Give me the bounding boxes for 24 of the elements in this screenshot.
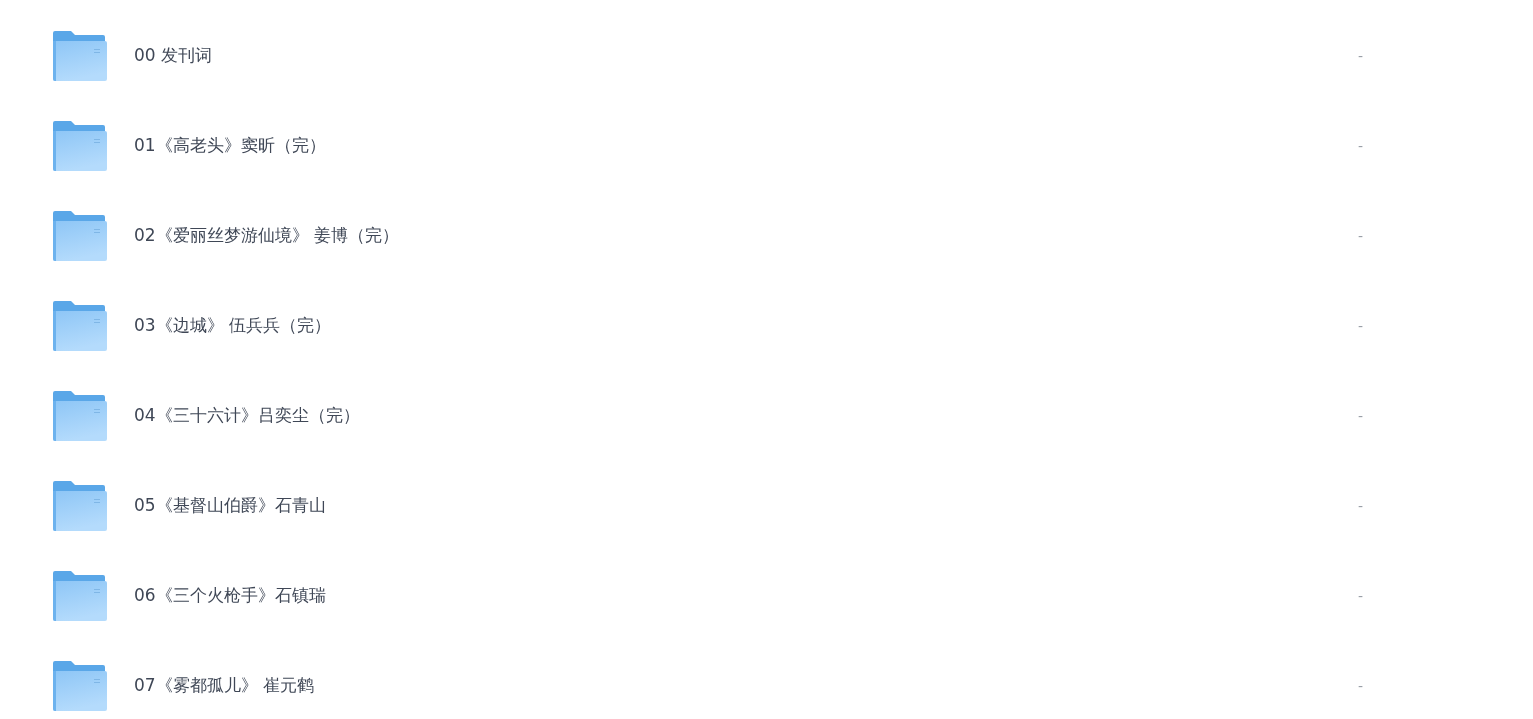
file-size: - — [1357, 46, 1363, 66]
file-size: - — [1357, 586, 1363, 606]
file-size: - — [1357, 496, 1363, 516]
file-size: - — [1357, 406, 1363, 426]
folder-icon — [53, 571, 107, 621]
folder-icon — [53, 661, 107, 711]
file-size: - — [1357, 226, 1363, 246]
folder-icon — [53, 391, 107, 441]
folder-name[interactable]: 04《三十六计》吕奕尘（完） — [134, 403, 360, 429]
folder-name[interactable]: 03《边城》 伍兵兵（完） — [134, 313, 332, 339]
folder-icon — [53, 481, 107, 531]
file-size: - — [1357, 136, 1363, 156]
folder-icon — [53, 121, 107, 171]
folder-name[interactable]: 02《爱丽丝梦游仙境》 姜博（完） — [134, 223, 400, 249]
folder-icon — [53, 301, 107, 351]
folder-name[interactable]: 00 发刊词 — [134, 43, 213, 69]
file-size: - — [1357, 316, 1363, 336]
folder-name[interactable]: 05《基督山伯爵》石青山 — [134, 493, 326, 519]
folder-icon — [53, 211, 107, 261]
folder-name[interactable]: 06《三个火枪手》石镇瑞 — [134, 583, 326, 609]
folder-name[interactable]: 01《高老头》窦昕（完） — [134, 133, 326, 159]
file-size: - — [1357, 676, 1363, 696]
folder-name[interactable]: 07《雾都孤儿》 崔元鹤 — [134, 673, 315, 699]
folder-icon — [53, 31, 107, 81]
